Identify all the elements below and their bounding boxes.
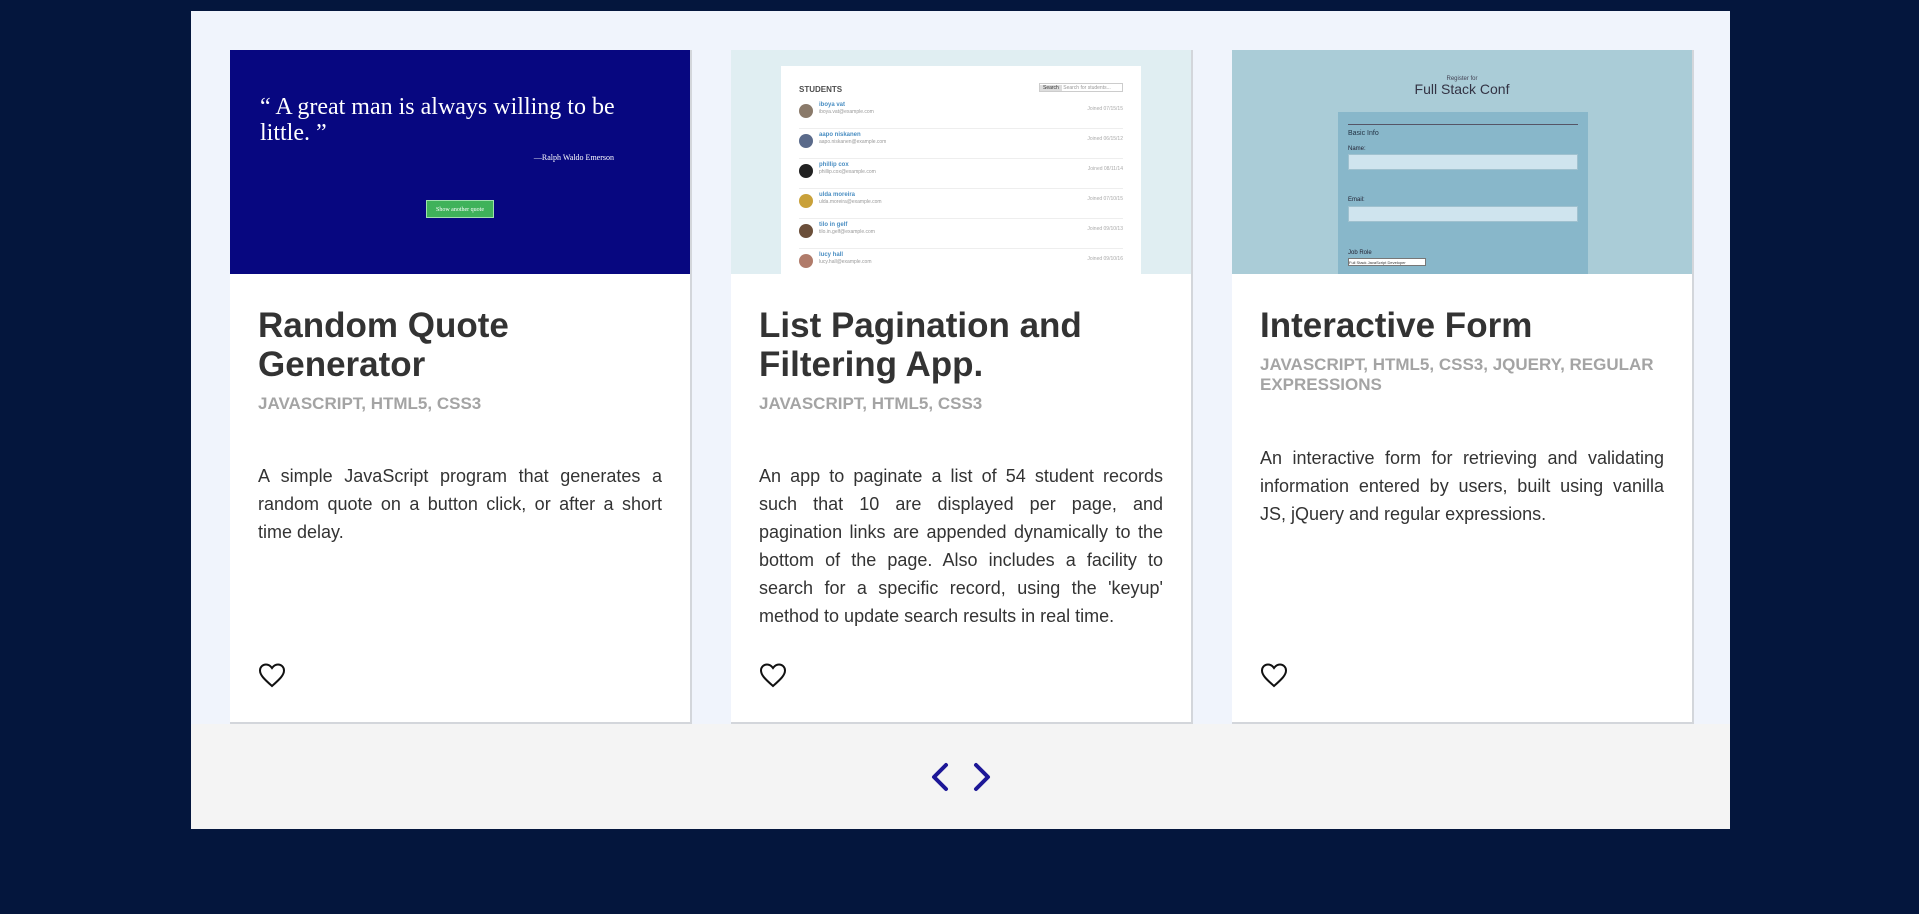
preview-quote-button: Show another quote bbox=[426, 200, 494, 218]
student-email: lucy.hall@example.com bbox=[819, 259, 872, 265]
preview-quote: “ A great man is always willing to be li… bbox=[260, 94, 615, 146]
student-email: aapo.niskanen@example.com bbox=[819, 139, 887, 145]
project-preview-image[interactable]: “ A great man is always willing to be li… bbox=[230, 50, 690, 274]
student-joined: Joined 09/10/13 bbox=[1087, 226, 1123, 232]
chevron-right-icon[interactable] bbox=[970, 761, 994, 793]
heart-icon[interactable] bbox=[759, 662, 787, 688]
student-joined: Joined 07/10/15 bbox=[1087, 196, 1123, 202]
project-description: An app to paginate a list of 54 student … bbox=[759, 466, 1163, 626]
project-title[interactable]: Interactive Form bbox=[1260, 306, 1664, 345]
project-card: Register for Full Stack Conf Basic Info … bbox=[1232, 50, 1694, 724]
project-card: “ A great man is always willing to be li… bbox=[230, 50, 692, 724]
portfolio-panel: “ A great man is always willing to be li… bbox=[191, 11, 1730, 829]
avatar bbox=[799, 224, 813, 238]
project-description: A simple JavaScript program that generat… bbox=[258, 466, 662, 542]
preview-role-label: Job Role bbox=[1348, 250, 1372, 256]
project-title[interactable]: List Pagination and Filtering App. bbox=[759, 306, 1163, 384]
project-title[interactable]: Random Quote Generator bbox=[258, 306, 662, 384]
student-name: phillip cox bbox=[819, 162, 849, 168]
preview-role-select: Full Stack JavaScript Developer bbox=[1348, 258, 1426, 266]
chevron-left-icon[interactable] bbox=[928, 761, 952, 793]
student-joined: Joined 07/15/15 bbox=[1087, 106, 1123, 112]
project-preview-image[interactable]: Register for Full Stack Conf Basic Info … bbox=[1232, 50, 1692, 274]
preview-search: Search Search for students... bbox=[1039, 83, 1123, 92]
student-email: tilo.in.gelf@example.com bbox=[819, 229, 875, 235]
student-row: aapo niskanen aapo.niskanen@example.com … bbox=[799, 128, 1123, 159]
student-name: aapo niskanen bbox=[819, 132, 861, 138]
project-tags: JAVASCRIPT, HTML5, CSS3 bbox=[759, 394, 983, 413]
student-row: ulda moreira ulda.moreira@example.com Jo… bbox=[799, 188, 1123, 219]
project-tags: JAVASCRIPT, HTML5, CSS3 bbox=[258, 394, 482, 413]
preview-author: —Ralph Waldo Emerson bbox=[533, 153, 614, 162]
project-preview-image[interactable]: STUDENTS Search Search for students... i… bbox=[731, 50, 1191, 274]
student-email: iboya.vat@example.com bbox=[819, 109, 874, 115]
student-name: iboya vat bbox=[819, 102, 846, 108]
student-row: lucy hall lucy.hall@example.com Joined 0… bbox=[799, 248, 1123, 274]
project-cards: “ A great man is always willing to be li… bbox=[230, 50, 1694, 724]
preview-heading: STUDENTS bbox=[799, 85, 843, 94]
avatar bbox=[799, 254, 813, 268]
avatar bbox=[799, 134, 813, 148]
preview-search-placeholder: Search for students... bbox=[1063, 85, 1111, 91]
preview-name-input bbox=[1348, 154, 1578, 170]
project-tags: JAVASCRIPT, HTML5, CSS3, JQUERY, REGULAR… bbox=[1260, 355, 1654, 394]
student-joined: Joined 08/11/14 bbox=[1087, 166, 1123, 172]
heart-icon[interactable] bbox=[258, 662, 286, 688]
preview-conf-name: Full Stack Conf bbox=[1414, 81, 1510, 97]
student-joined: Joined 06/15/12 bbox=[1087, 136, 1123, 142]
student-row: iboya vat iboya.vat@example.com Joined 0… bbox=[799, 98, 1123, 129]
preview-search-button: Search bbox=[1040, 85, 1062, 91]
student-row: phillip cox phillip.cox@example.com Join… bbox=[799, 158, 1123, 189]
project-card: STUDENTS Search Search for students... i… bbox=[731, 50, 1193, 724]
student-joined: Joined 09/10/16 bbox=[1087, 256, 1123, 262]
preview-name-label: Name: bbox=[1348, 146, 1366, 152]
avatar bbox=[799, 104, 813, 118]
preview-email-input bbox=[1348, 206, 1578, 222]
project-description: An interactive form for retrieving and v… bbox=[1260, 448, 1664, 524]
student-name: ulda moreira bbox=[819, 192, 856, 198]
preview-divider bbox=[1348, 124, 1578, 125]
carousel-pager bbox=[191, 724, 1730, 829]
avatar bbox=[799, 164, 813, 178]
preview-section-title: Basic Info bbox=[1348, 130, 1379, 137]
preview-email-label: Email: bbox=[1348, 197, 1365, 203]
preview-sheet: STUDENTS Search Search for students... i… bbox=[781, 66, 1141, 274]
heart-icon[interactable] bbox=[1260, 662, 1288, 688]
preview-form-box: Basic Info Name: Email: Job Role Full St… bbox=[1338, 112, 1588, 274]
student-email: phillip.cox@example.com bbox=[819, 169, 876, 175]
student-email: ulda.moreira@example.com bbox=[819, 199, 882, 205]
avatar bbox=[799, 194, 813, 208]
student-row: tilo in gelf tilo.in.gelf@example.com Jo… bbox=[799, 218, 1123, 249]
student-name: tilo in gelf bbox=[819, 222, 848, 228]
student-name: lucy hall bbox=[819, 252, 844, 258]
